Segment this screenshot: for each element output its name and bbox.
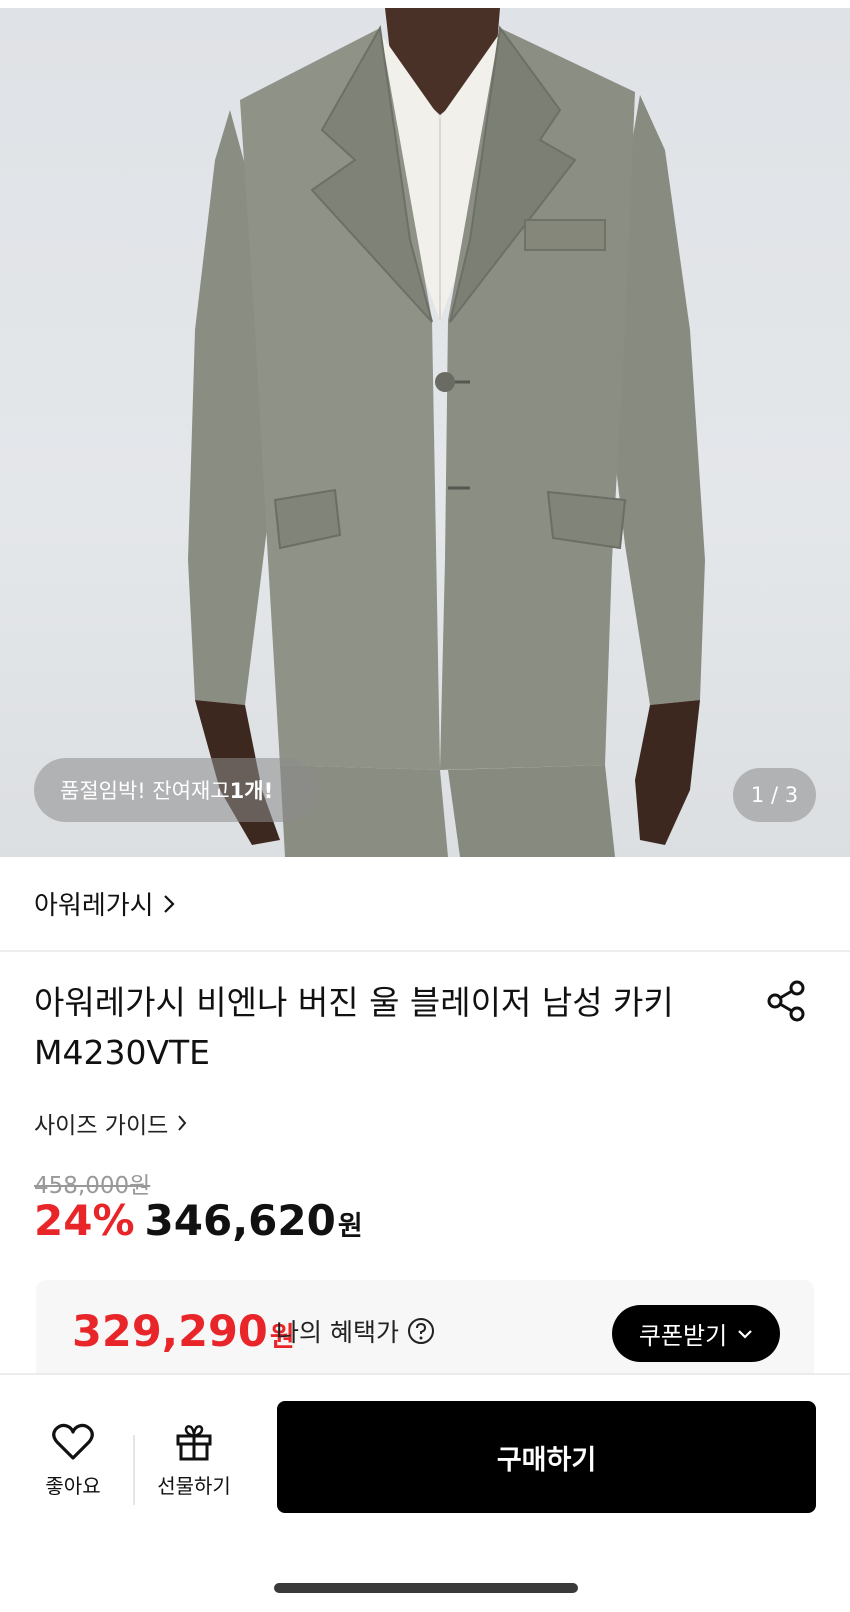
size-guide-link[interactable]: 사이즈 가이드 <box>34 1106 188 1140</box>
home-indicator[interactable] <box>274 1583 578 1593</box>
heart-icon <box>52 1423 94 1460</box>
stock-alert-text: 품절임박! 잔여재고 <box>60 779 230 803</box>
product-photo <box>188 8 705 857</box>
discount-rate: 24% <box>34 1196 135 1245</box>
gift-icon <box>176 1425 212 1461</box>
buy-button[interactable]: 구매하기 <box>277 1401 816 1513</box>
product-title-line1: 아워레가시 비엔나 버진 울 블레이저 남성 카키 <box>34 983 674 1022</box>
stock-count: 1개! <box>229 779 274 803</box>
size-guide-label: 사이즈 가이드 <box>34 1113 169 1139</box>
benefit-price: 329,290 원 <box>72 1307 295 1357</box>
product-title: 아워레가시 비엔나 버진 울 블레이저 남성 카키 M4230VTE <box>34 978 714 1078</box>
price-row: 24% 346,620 원 <box>34 1196 363 1245</box>
get-coupon-button[interactable]: 쿠폰받기 <box>612 1305 780 1362</box>
page-total: 3 <box>784 783 799 807</box>
benefit-label[interactable]: 나의 혜택가 <box>276 1313 435 1349</box>
like-button[interactable]: 좋아요 <box>23 1422 123 1499</box>
share-icon[interactable] <box>766 980 808 1022</box>
page-separator: / <box>764 783 785 807</box>
benefit-price-value: 329,290 <box>72 1307 268 1357</box>
sale-price-currency: 원 <box>337 1211 363 1242</box>
image-page-indicator: 1 / 3 <box>733 768 816 822</box>
buy-button-label: 구매하기 <box>496 1444 597 1476</box>
original-price: 458,000원 <box>34 1173 151 1199</box>
chevron-right-icon <box>178 1115 187 1131</box>
coupon-button-label: 쿠폰받기 <box>638 1322 728 1350</box>
product-title-line2: M4230VTE <box>34 1033 211 1072</box>
chevron-down-icon <box>738 1329 752 1339</box>
benefit-label-text: 나의 혜택가 <box>276 1318 399 1347</box>
page-current: 1 <box>750 783 765 807</box>
gift-button[interactable]: 선물하기 <box>144 1422 244 1499</box>
brand-name: 아워레가시 <box>34 891 154 921</box>
divider <box>133 1435 135 1505</box>
purchase-bar: 좋아요 선물하기 구매하기 <box>0 1373 850 1612</box>
brand-link[interactable]: 아워레가시 <box>0 857 850 952</box>
gift-label: 선물하기 <box>157 1474 231 1498</box>
question-circle-icon[interactable] <box>407 1317 435 1345</box>
sale-price: 346,620 <box>144 1196 336 1245</box>
product-image-carousel[interactable]: 품절임박! 잔여재고 1개! 1 / 3 <box>0 0 850 857</box>
like-label: 좋아요 <box>45 1474 101 1498</box>
stock-alert-badge: 품절임박! 잔여재고 1개! <box>34 758 318 822</box>
chevron-right-icon <box>163 894 175 913</box>
